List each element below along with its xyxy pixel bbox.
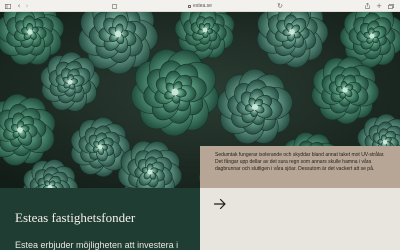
- plus-icon[interactable]: +: [375, 0, 383, 12]
- forward-icon[interactable]: ›: [23, 0, 31, 12]
- tabs-icon[interactable]: [387, 0, 395, 12]
- lock-icon: [188, 4, 192, 8]
- info-box: Sedumtak fungerar isolerande och skyddar…: [200, 146, 400, 188]
- tab-icon[interactable]: [110, 0, 118, 12]
- url-text: estea.se: [193, 3, 212, 9]
- address-bar[interactable]: estea.se: [150, 2, 250, 10]
- reload-icon[interactable]: ↻: [276, 0, 284, 12]
- sidebar-icon[interactable]: [4, 0, 12, 12]
- info-text: Sedumtak fungerar isolerande och skyddar…: [215, 152, 385, 172]
- share-icon[interactable]: [363, 0, 371, 12]
- arrow-right-icon[interactable]: [213, 197, 227, 211]
- back-icon[interactable]: ‹: [15, 0, 23, 12]
- fund-subtitle: Estea erbjuder möjligheten att investera…: [15, 240, 179, 250]
- fund-title: Esteas fastighetsfonder: [15, 210, 136, 225]
- fund-section: Esteas fastighetsfonder Estea erbjuder m…: [0, 188, 200, 250]
- browser-toolbar: ‹ › estea.se ↻ +: [0, 0, 400, 12]
- cta-area: [200, 188, 400, 250]
